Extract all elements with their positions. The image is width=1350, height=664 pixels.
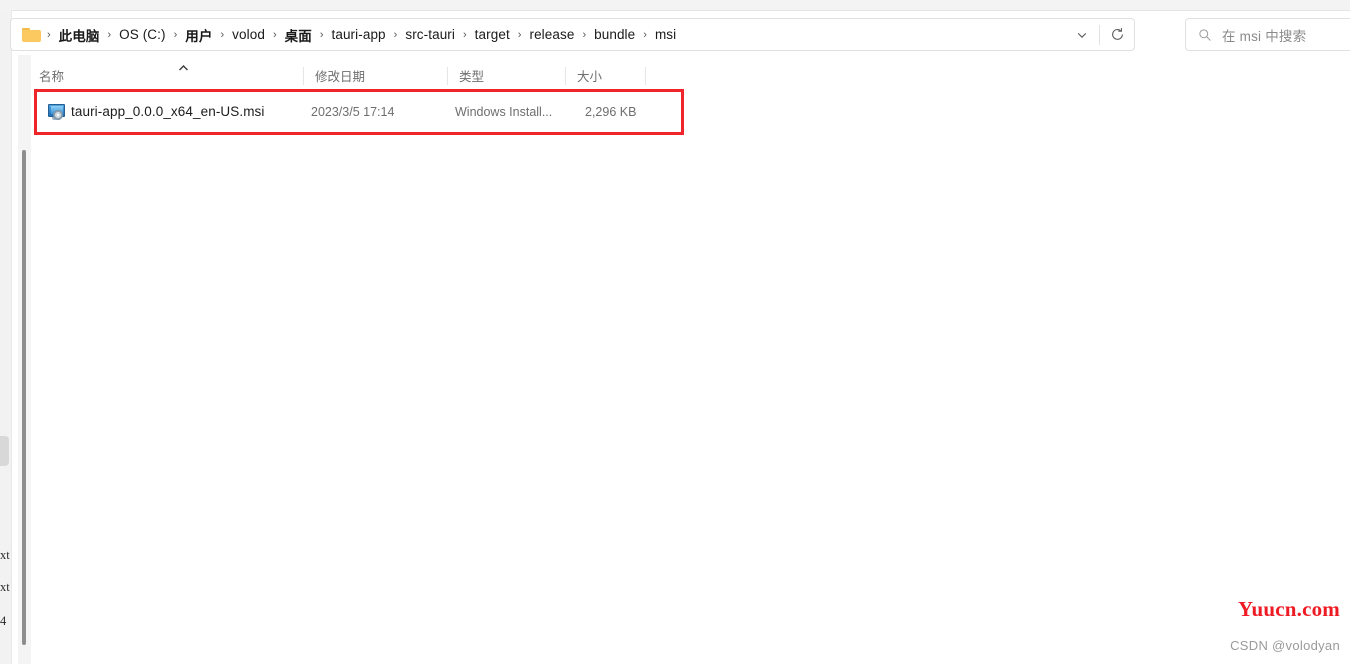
breadcrumb-separator: ›: [463, 28, 467, 41]
breadcrumb-separator: ›: [173, 28, 178, 41]
edge-text-fragment: xt: [0, 580, 10, 594]
sort-ascending-chevron-icon: [179, 65, 188, 71]
breadcrumb-separator: ›: [517, 28, 522, 41]
column-header-size-label: 大小: [577, 70, 603, 84]
column-header-date-modified[interactable]: 修改日期: [304, 62, 447, 89]
window-top-strip: [0, 0, 1350, 11]
breadcrumb-item-tauri-app[interactable]: tauri-app: [326, 24, 390, 45]
breadcrumb-separator: ›: [582, 28, 587, 41]
breadcrumb-item-desktop[interactable]: 桌面: [280, 22, 317, 48]
column-divider[interactable]: [645, 67, 646, 85]
left-panel-scrollbar-thumb[interactable]: [0, 436, 9, 466]
column-header-name[interactable]: 名称: [37, 62, 303, 89]
breadcrumb-separator: ›: [107, 28, 112, 41]
breadcrumb-separator: ›: [47, 28, 51, 41]
breadcrumb-item-msi[interactable]: msi: [650, 24, 681, 45]
edge-text-fragment: 4: [0, 614, 7, 628]
history-dropdown-button[interactable]: [1065, 19, 1099, 50]
windows-installer-icon: [48, 103, 65, 120]
breadcrumb-separator: ›: [393, 28, 398, 41]
breadcrumb-item-this-pc[interactable]: 此电脑: [54, 22, 105, 48]
breadcrumb-item-users[interactable]: 用户: [180, 22, 217, 48]
column-header-size[interactable]: 大小: [566, 62, 645, 89]
file-explorer-window: xt xt 4 › 此电脑 › OS (C:) › 用户 › volod › 桌…: [0, 0, 1350, 664]
column-header-type[interactable]: 类型: [448, 62, 565, 89]
file-name-cell[interactable]: tauri-app_0.0.0_x64_en-US.msi: [71, 104, 265, 119]
file-size-cell: 2,296 KB: [585, 104, 637, 119]
watermark-site: Yuucn.com: [1238, 597, 1340, 621]
breadcrumb-item-bundle[interactable]: bundle: [589, 24, 640, 45]
file-list-scrollbar-thumb[interactable]: [22, 150, 26, 645]
file-type-cell: Windows Install...: [455, 104, 553, 119]
column-header-name-label: 名称: [39, 70, 65, 84]
left-panel-edge: [0, 10, 12, 664]
breadcrumb-separator: ›: [272, 28, 277, 41]
column-header-type-label: 类型: [459, 70, 485, 84]
refresh-icon: [1111, 28, 1123, 40]
edge-text-fragment: xt: [0, 548, 10, 562]
breadcrumb-item-target[interactable]: target: [470, 24, 515, 45]
search-icon: [1199, 28, 1211, 41]
breadcrumb-item-release[interactable]: release: [524, 24, 579, 45]
folder-icon: [22, 27, 42, 43]
breadcrumb-separator: ›: [220, 28, 225, 41]
file-list-scrollbar-track[interactable]: [18, 55, 31, 664]
file-date-modified-cell: 2023/3/5 17:14: [311, 104, 395, 119]
breadcrumb-item-os-c[interactable]: OS (C:): [114, 24, 170, 45]
address-bar[interactable]: › 此电脑 › OS (C:) › 用户 › volod › 桌面 › taur…: [10, 18, 1135, 51]
search-input[interactable]: 在 msi 中搜索: [1222, 25, 1306, 45]
breadcrumb-item-src-tauri[interactable]: src-tauri: [400, 24, 460, 45]
column-header-date-modified-label: 修改日期: [315, 70, 366, 84]
chevron-down-icon: [1077, 32, 1087, 38]
file-list-column-headers: 名称 修改日期 类型 大小: [37, 62, 649, 90]
watermark-author: CSDN @volodyan: [1230, 638, 1340, 653]
refresh-button[interactable]: [1100, 19, 1134, 50]
table-row[interactable]: tauri-app_0.0.0_x64_en-US.msi 2023/3/5 1…: [40, 98, 646, 125]
breadcrumb-separator: ›: [319, 28, 324, 41]
breadcrumb[interactable]: › 此电脑 › OS (C:) › 用户 › volod › 桌面 › taur…: [42, 22, 1065, 48]
breadcrumb-separator: ›: [643, 28, 647, 41]
search-box[interactable]: 在 msi 中搜索: [1185, 18, 1350, 51]
breadcrumb-item-volod[interactable]: volod: [227, 24, 270, 45]
